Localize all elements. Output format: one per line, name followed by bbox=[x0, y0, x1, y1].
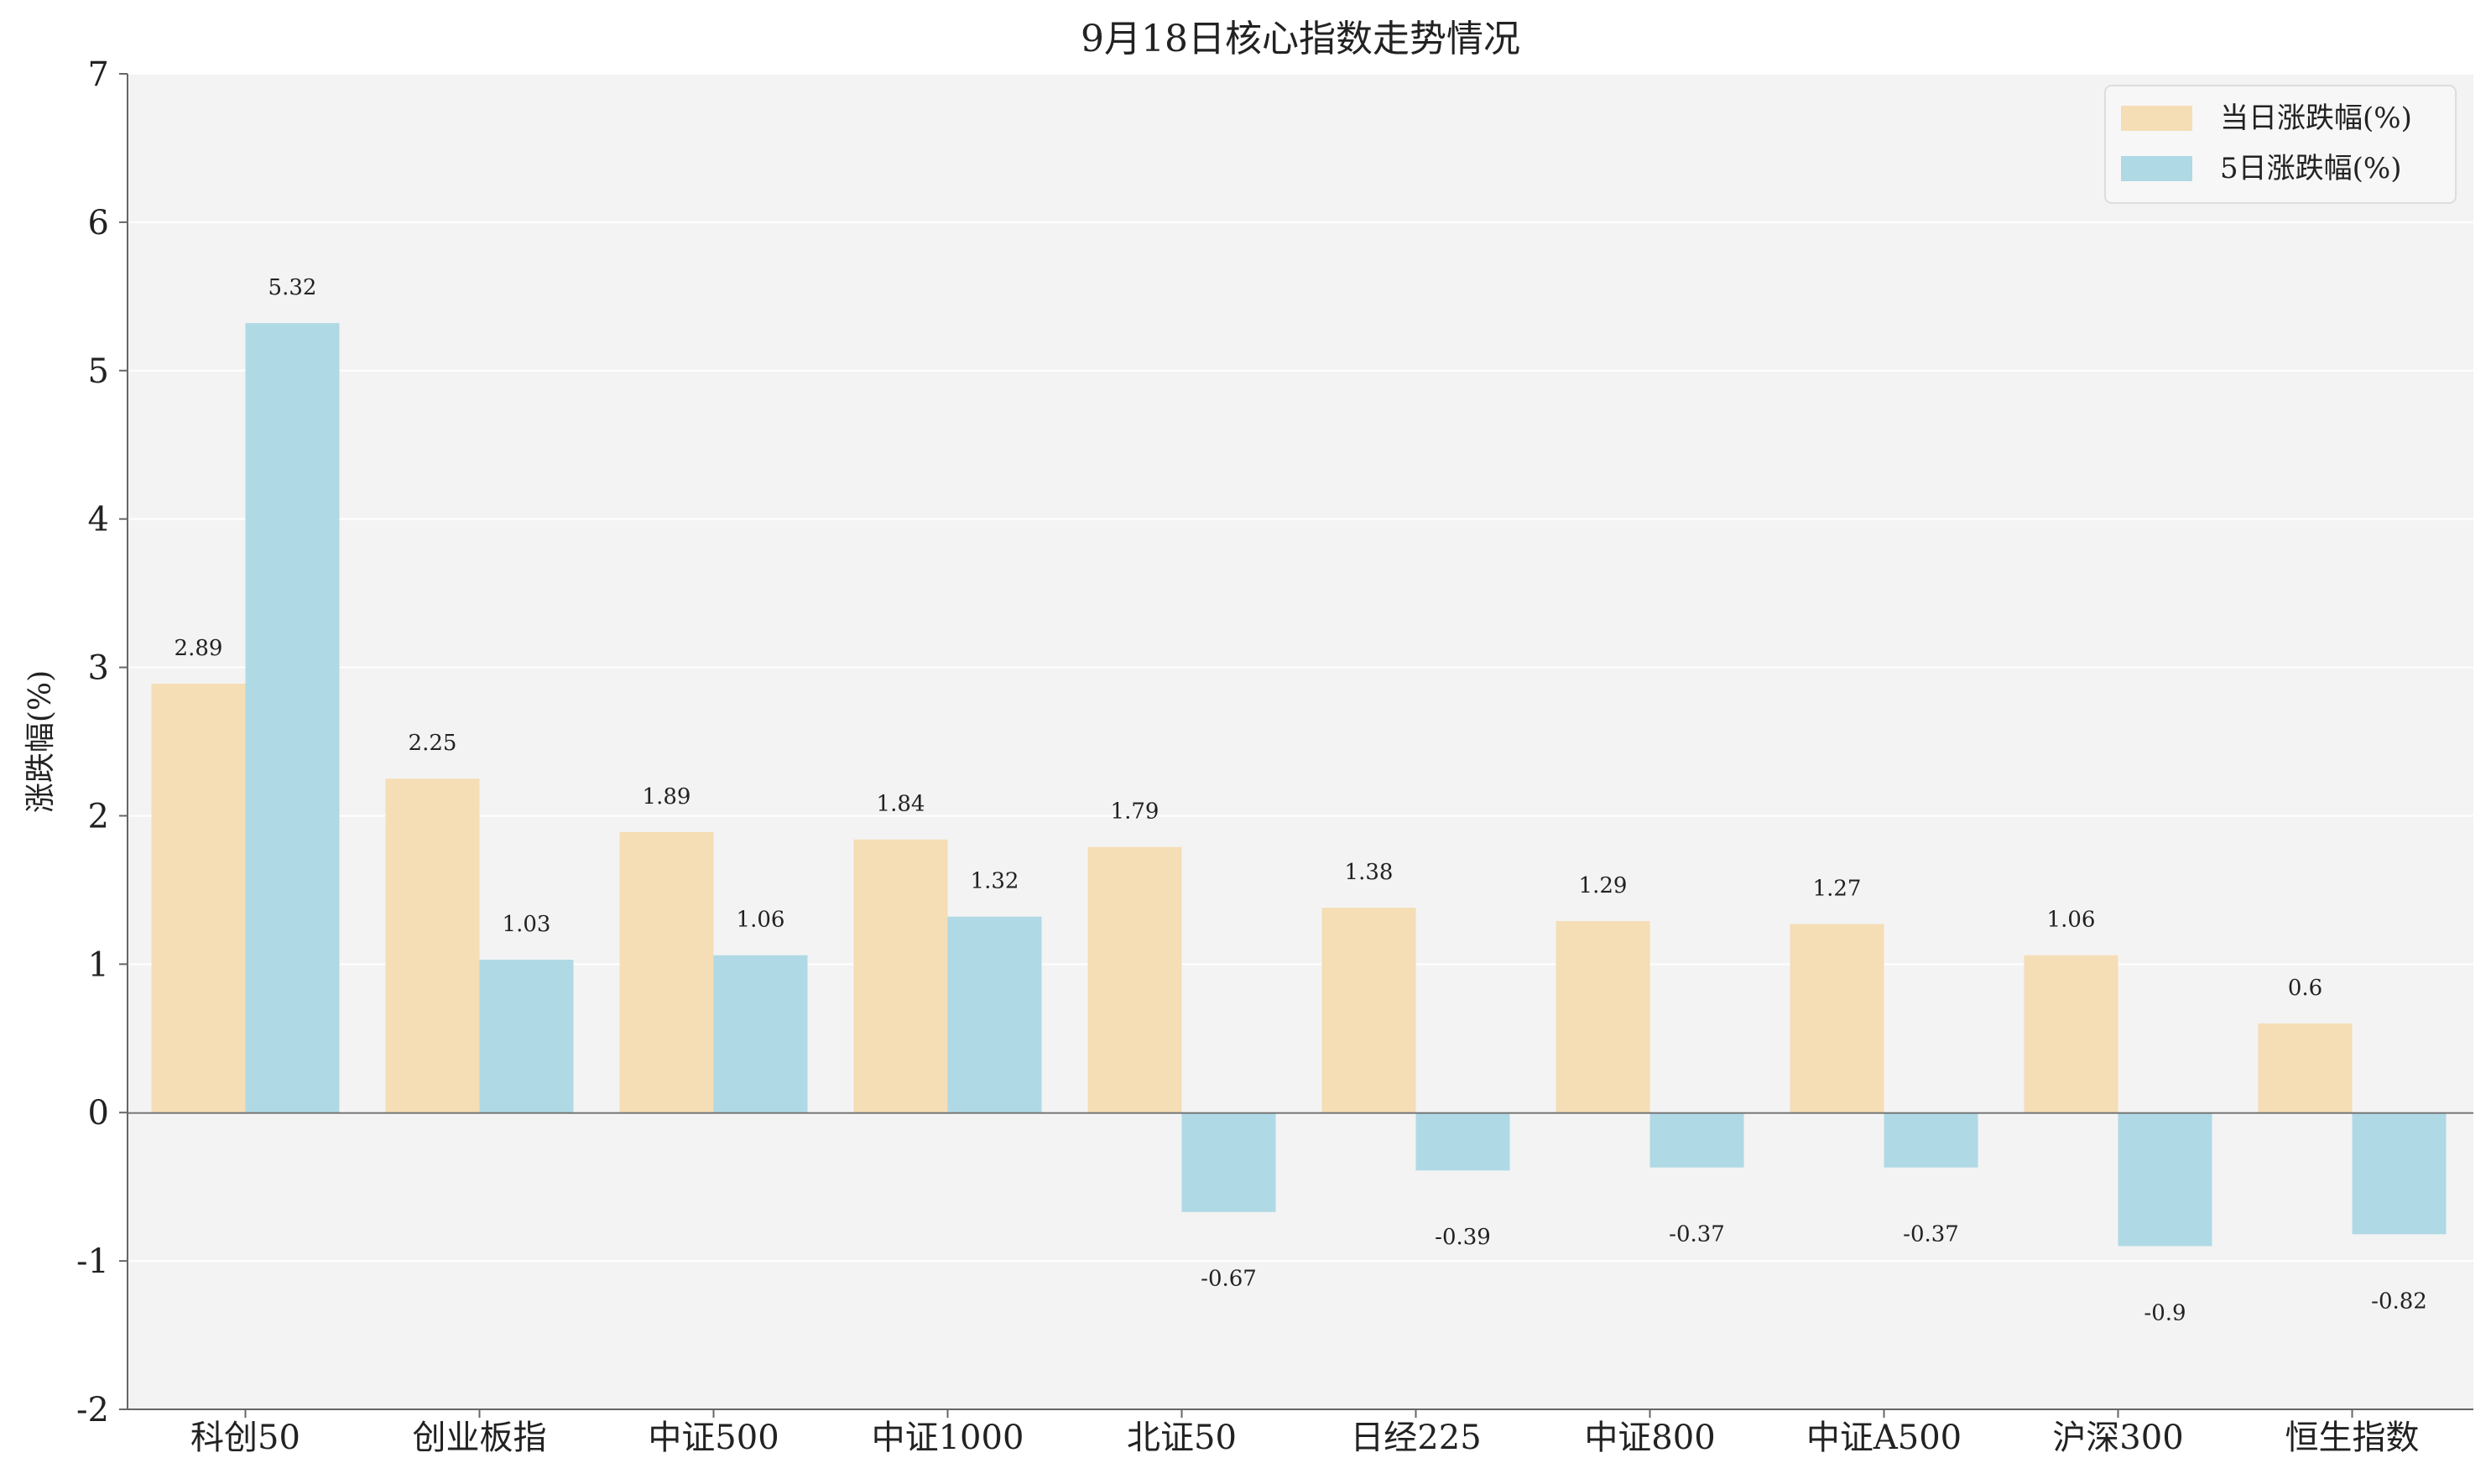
bar-daily-change bbox=[853, 839, 948, 1113]
legend: 当日涨跌幅(%) 5日涨跌幅(%) bbox=[2104, 85, 2457, 204]
data-label-daily: 1.06 bbox=[2047, 908, 2096, 933]
data-label-daily: 2.89 bbox=[175, 636, 223, 661]
bar-daily-change bbox=[1790, 924, 1884, 1113]
x-tick-label: 科创50 bbox=[190, 1419, 300, 1457]
bar-5day-change bbox=[2118, 1112, 2212, 1247]
x-tick-label: 中证800 bbox=[1584, 1419, 1715, 1457]
bar-5day-change bbox=[1415, 1112, 1510, 1171]
bar-daily-change bbox=[2024, 955, 2118, 1113]
legend-swatch-daily bbox=[2121, 106, 2192, 131]
data-label-daily: 1.29 bbox=[1579, 873, 1628, 898]
y-tick-label: 6 bbox=[88, 204, 109, 242]
y-tick-label: -1 bbox=[76, 1242, 109, 1281]
bar-daily-change bbox=[151, 684, 246, 1113]
bar-daily-change bbox=[2258, 1023, 2353, 1113]
data-label-5day: -0.82 bbox=[2371, 1289, 2427, 1314]
data-label-5day: 1.03 bbox=[503, 912, 551, 937]
y-axis-label: 涨跌幅(%) bbox=[23, 670, 58, 813]
data-label-5day: -0.9 bbox=[2144, 1300, 2186, 1325]
legend-label-5day: 5日涨跌幅(%) bbox=[2220, 152, 2401, 185]
data-label-5day: 1.06 bbox=[737, 908, 785, 933]
x-tick-label: 中证1000 bbox=[872, 1419, 1024, 1457]
y-tick-label: 5 bbox=[88, 352, 109, 391]
chart-container: -2 -1 0 1 2 3 4 5 6 7 科创50 创业板指 中证500 中证1000 北证50 日经22… bbox=[0, 0, 2491, 1484]
legend-label-daily: 当日涨跌幅(%) bbox=[2220, 102, 2412, 135]
x-tick-label: 中证A500 bbox=[1806, 1419, 1962, 1457]
x-tick-label: 创业板指 bbox=[413, 1419, 547, 1457]
data-label-5day: -0.37 bbox=[1903, 1222, 1959, 1247]
bar-5day-change bbox=[713, 955, 808, 1113]
y-tick-label: 0 bbox=[88, 1094, 109, 1133]
data-label-5day: -0.39 bbox=[1435, 1225, 1491, 1250]
bar-daily-change bbox=[385, 778, 480, 1113]
bar-5day-change bbox=[245, 323, 340, 1113]
bar-5day-change bbox=[479, 960, 574, 1113]
bar-daily-change bbox=[1556, 921, 1650, 1113]
bar-5day-change bbox=[947, 916, 1042, 1113]
x-tick-label: 沪深300 bbox=[2052, 1419, 2183, 1457]
legend-swatch-5day bbox=[2121, 156, 2192, 181]
x-tick-label: 恒生指数 bbox=[2285, 1419, 2420, 1457]
x-ticks: 科创50 创业板指 中证500 中证1000 北证50 日经225 中证800 中证A500 沪… bbox=[190, 1409, 2420, 1457]
y-tick-label: 7 bbox=[88, 55, 109, 94]
x-tick-label: 日经225 bbox=[1350, 1419, 1481, 1457]
y-tick-label: 1 bbox=[88, 945, 109, 984]
data-label-daily: 1.27 bbox=[1813, 877, 1862, 902]
data-label-5day: -0.37 bbox=[1669, 1222, 1725, 1247]
bar-5day-change bbox=[2352, 1112, 2447, 1235]
bar-5day-change bbox=[1181, 1112, 1276, 1212]
y-tick-label: 4 bbox=[88, 501, 109, 539]
bar-daily-change bbox=[619, 831, 714, 1113]
y-tick-label: -2 bbox=[76, 1391, 109, 1429]
data-label-daily: 2.25 bbox=[409, 731, 457, 756]
data-label-5day: 1.32 bbox=[971, 869, 1019, 894]
x-tick-label: 中证500 bbox=[648, 1419, 779, 1457]
y-tick-label: 3 bbox=[88, 649, 109, 688]
data-label-5day: 5.32 bbox=[268, 275, 317, 300]
data-label-daily: 1.38 bbox=[1345, 860, 1394, 885]
data-label-daily: 1.79 bbox=[1111, 799, 1160, 825]
y-ticks: -2 -1 0 1 2 3 4 5 6 7 bbox=[76, 55, 128, 1429]
bar-5day-change bbox=[1649, 1112, 1744, 1168]
bar-5day-change bbox=[1884, 1112, 1978, 1168]
data-label-daily: 1.89 bbox=[643, 784, 691, 810]
x-tick-label: 北证50 bbox=[1127, 1419, 1237, 1457]
data-label-daily: 1.84 bbox=[877, 792, 925, 817]
bar-chart: -2 -1 0 1 2 3 4 5 6 7 科创50 创业板指 中证500 中证1000 北证50 日经22… bbox=[23, 18, 2473, 1457]
y-tick-label: 2 bbox=[88, 797, 109, 836]
chart-title: 9月18日核心指数走势情况 bbox=[1081, 18, 1520, 60]
data-label-5day: -0.67 bbox=[1201, 1267, 1257, 1292]
bar-daily-change bbox=[1321, 908, 1416, 1113]
bar-daily-change bbox=[1087, 846, 1182, 1113]
data-label-daily: 0.6 bbox=[2288, 976, 2322, 1001]
